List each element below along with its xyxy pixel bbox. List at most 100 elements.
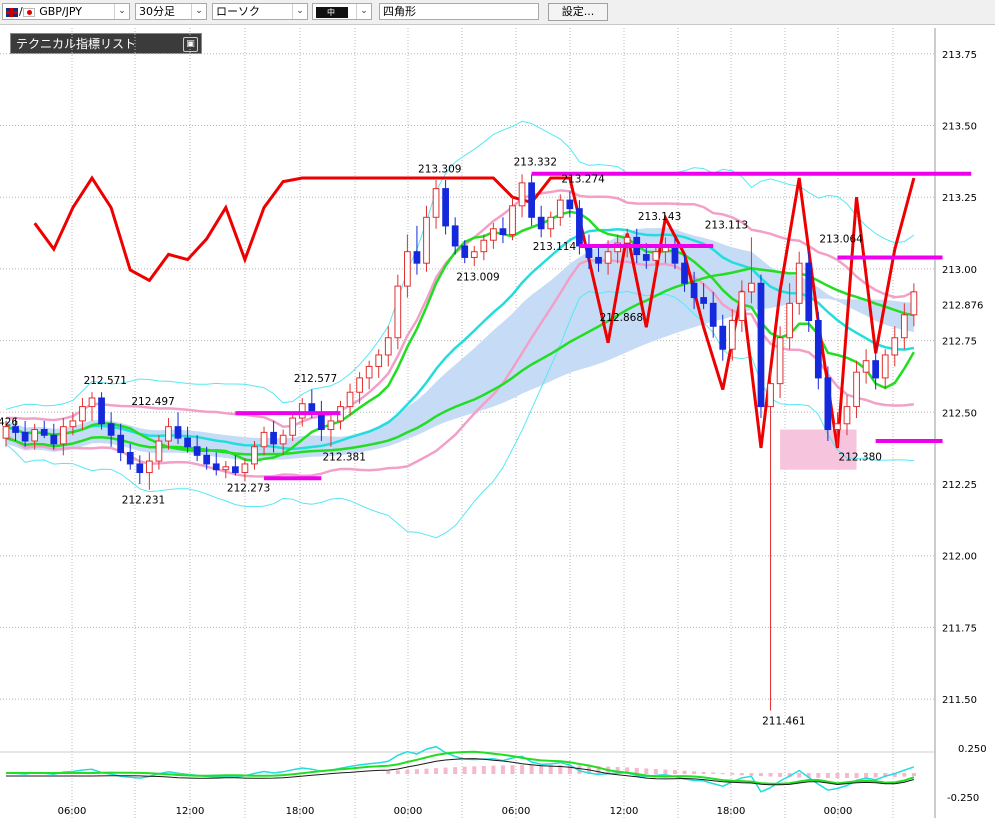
candle-bullish (423, 216, 430, 264)
last-price-label: 212.876 (942, 300, 983, 311)
candle-bearish (595, 256, 602, 264)
candle-bullish (891, 337, 899, 356)
price-annotation: 211.461 (762, 715, 805, 727)
price-annotation: 212.273 (227, 482, 270, 494)
x-tick-label: 18:00 (717, 806, 746, 817)
candle-bearish (107, 423, 115, 436)
y-tick-label: 212.75 (942, 337, 977, 348)
price-annotation: 212.497 (131, 396, 174, 408)
x-tick-label: 00:00 (824, 806, 853, 817)
oscillator-histogram-bar (653, 768, 658, 774)
price-chart[interactable]: 213.75 213.50 213.25 213.00 212.75 212.50 212.… (0, 0, 995, 822)
candle-bullish (165, 426, 172, 442)
oscillator-histogram-bar (739, 773, 744, 776)
candle-bullish (480, 239, 488, 253)
candle-bullish (365, 365, 373, 379)
price-annotation: 212.577 (294, 373, 337, 385)
oscillator-histogram-bar (672, 770, 677, 774)
candle-bearish (757, 282, 765, 408)
price-annotation: 213.114 (533, 241, 577, 253)
oscillator-histogram-bar (835, 773, 840, 778)
candle-bullish (69, 420, 77, 428)
candle-bearish (50, 434, 58, 445)
x-tick-label: 06:00 (58, 806, 87, 817)
price-annotation: 213.332 (514, 157, 557, 169)
candle-bullish (490, 228, 497, 241)
price-annotation: 213.009 (456, 271, 499, 283)
candle-bullish (260, 431, 268, 448)
candle-bearish (40, 429, 48, 436)
candle-bullish (767, 383, 774, 408)
candle-bullish (31, 429, 39, 442)
oscillator-histogram-bar (462, 766, 467, 774)
y-tick-label: 212.25 (942, 480, 977, 491)
candle-bearish (126, 451, 134, 465)
oscillator-histogram-bar (510, 765, 515, 774)
price-annotation: 213.064 (819, 234, 863, 246)
oscillator-histogram-bar (414, 769, 419, 774)
candle-bullish (786, 302, 794, 339)
candle-bearish (308, 403, 316, 413)
candle-bullish (432, 188, 440, 218)
y-tick-label: 212.00 (942, 552, 977, 563)
candle-bearish (499, 228, 507, 235)
candle-bearish (709, 302, 717, 327)
x-tick-label: 18:00 (286, 806, 315, 817)
candle-bearish (814, 320, 822, 379)
candle-bearish (671, 245, 679, 264)
candle-bullish (327, 420, 335, 431)
candle-bearish (576, 208, 583, 247)
candle-bearish (451, 225, 459, 247)
oscillator-histogram-bar (472, 766, 477, 774)
candle-bullish (748, 282, 755, 293)
oscillator-histogram-bar (720, 773, 725, 775)
candle-bearish (824, 377, 832, 431)
candle-bullish (843, 406, 851, 425)
candle-bullish (404, 251, 411, 287)
candle-bullish (910, 291, 918, 316)
oscillator-histogram-bar (443, 767, 448, 774)
oscillator-histogram-bar (797, 773, 802, 778)
price-annotation: 213.309 (418, 163, 461, 175)
candle-bullish (279, 434, 287, 445)
x-tick-label: 12:00 (176, 806, 205, 817)
candle-bearish (21, 431, 29, 442)
candle-bullish (470, 251, 478, 258)
oscillator-histogram-bar (663, 769, 668, 774)
oscillator-histogram-bar (682, 770, 687, 774)
candle-bearish (193, 446, 201, 456)
candle-bullish (547, 216, 555, 230)
candle-bullish (289, 417, 297, 436)
price-annotation: 212.381 (322, 451, 365, 463)
candle-bullish (356, 377, 363, 393)
candle-bearish (184, 437, 191, 448)
candle-bearish (136, 463, 144, 474)
x-tick-label: 12:00 (610, 806, 639, 817)
price-annotation: 212.380 (839, 452, 882, 464)
oscillator-histogram-bar (864, 773, 869, 778)
candle-bullish (509, 205, 516, 235)
candle-bullish (518, 182, 526, 207)
price-annotation: 212.571 (84, 375, 127, 387)
candle-bullish (556, 199, 564, 218)
candle-bullish (795, 262, 803, 304)
price-annotation: 213.274 (561, 173, 605, 185)
oscillator-histogram-bar (902, 773, 907, 777)
oscillator-histogram-bar (500, 765, 505, 774)
oscillator-histogram-bar (825, 773, 830, 778)
candle-bearish (461, 245, 469, 258)
candle-bullish (738, 291, 746, 322)
oscillator-histogram-bar (529, 765, 534, 774)
oscillator-histogram-bar (730, 773, 735, 775)
candle-bullish (375, 354, 383, 367)
oscillator-histogram-bar (424, 768, 429, 774)
candle-bearish (231, 466, 239, 474)
candle-bullish (145, 460, 153, 474)
oscillator-histogram-bar (434, 768, 439, 774)
oscillator-histogram-bar (816, 773, 821, 778)
candle-bearish (537, 216, 545, 230)
candle-bearish (413, 251, 421, 264)
oscillator-histogram-bar (692, 771, 697, 774)
x-tick-label: 00:00 (394, 806, 423, 817)
oscillator-histogram-bar (701, 771, 706, 774)
